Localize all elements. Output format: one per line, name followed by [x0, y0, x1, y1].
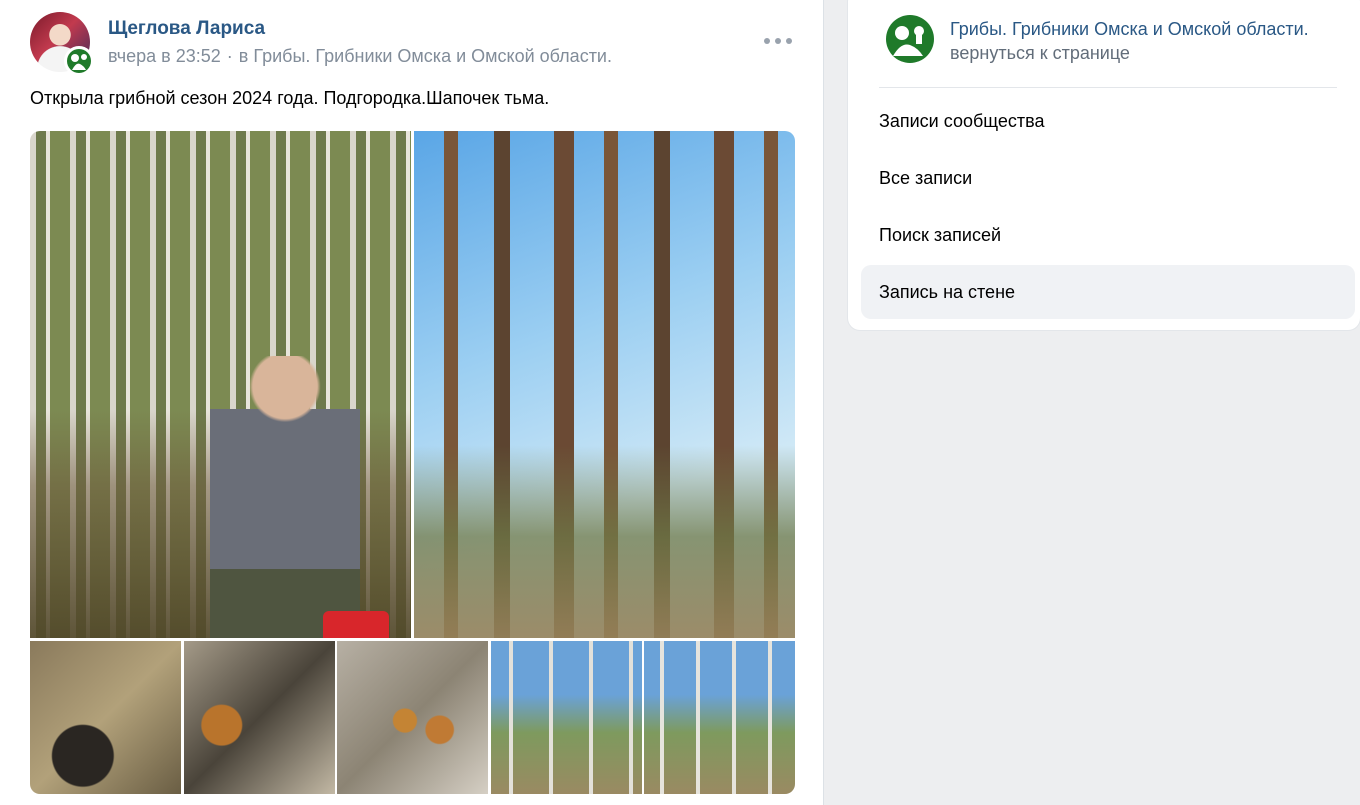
post-photo-thumb[interactable] [184, 641, 335, 794]
photo-person [210, 356, 360, 638]
back-to-page-link[interactable]: вернуться к странице [950, 43, 1130, 64]
post-time[interactable]: вчера в 23:52 [108, 46, 221, 66]
post-card: Щеглова Лариса вчера в 23:52 · в Грибы. Гр… [0, 0, 824, 805]
post-photo-thumb[interactable] [644, 641, 795, 794]
menu-item-label: Поиск записей [879, 224, 1002, 245]
post-photo-pine-forest[interactable] [414, 131, 795, 638]
menu-item-community-posts[interactable]: Записи сообщества [861, 94, 1355, 148]
menu-item-label: Запись на стене [879, 281, 1016, 302]
group-logo-icon[interactable] [885, 14, 935, 64]
sidebar-divider [879, 87, 1337, 88]
post-photo-woman-in-forest[interactable] [30, 131, 411, 638]
community-badge-icon [64, 46, 94, 76]
menu-item-label: Записи сообщества [879, 110, 1045, 131]
group-name-link[interactable]: Грибы. Грибники Омска и Омской области. [950, 19, 1309, 40]
post-meta: вчера в 23:52 · в Грибы. Грибники Омска и … [108, 46, 612, 67]
community-link[interactable]: в Грибы. Грибники Омска и Омской области… [239, 46, 612, 66]
more-horizontal-icon[interactable] [764, 30, 792, 52]
post-photo-thumb[interactable] [337, 641, 488, 794]
menu-item-wall-post[interactable]: Запись на стене [861, 265, 1355, 319]
post-text: Открыла грибной сезон 2024 года. Подгоро… [30, 88, 550, 108]
photo-basket [323, 611, 389, 638]
post-photo-thumb[interactable] [30, 641, 181, 794]
menu-item-label: Все записи [879, 167, 973, 188]
post-photo-thumb[interactable] [491, 641, 642, 794]
meta-separator: · [226, 46, 233, 66]
menu-item-search-posts[interactable]: Поиск записей [861, 208, 1355, 262]
menu-item-all-posts[interactable]: Все записи [861, 151, 1355, 205]
author-name[interactable]: Щеглова Лариса [108, 18, 265, 40]
